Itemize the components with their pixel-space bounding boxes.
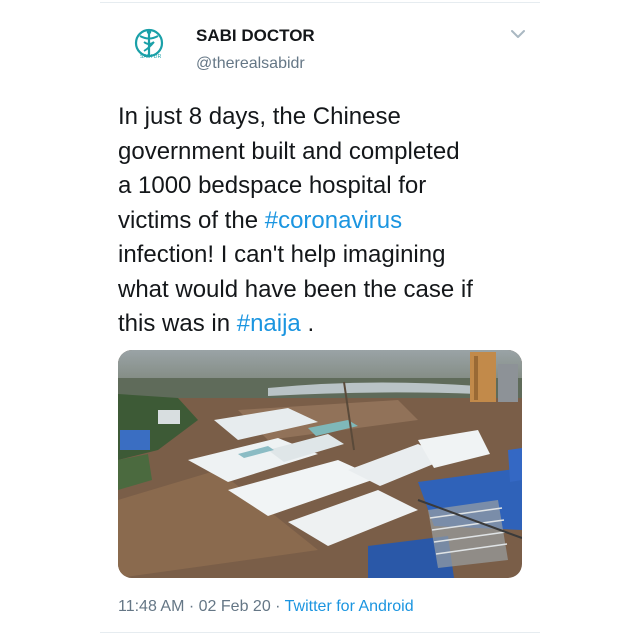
tweet-text-line: what would have been the case if [118,275,473,303]
top-divider [100,2,540,3]
tweet-text-line: a 1000 bedspace hospital for [118,172,427,199]
meta-separator: · [275,598,281,615]
user-handle[interactable]: @therealsabidr [196,55,305,73]
hashtag-coronavirus-link[interactable]: #coronavirus [265,207,402,234]
tweet-photo[interactable] [118,350,522,578]
tweet-text-line: infection! I can't help imagining [118,241,446,268]
tweet-source-link[interactable]: Twitter for Android [285,598,414,615]
tweet-text-line: government built and completed [118,137,460,165]
meta-separator: · [188,598,195,615]
tweet-text: In just 8 days, the Chinese government b… [118,100,538,342]
tweet-date[interactable]: 02 Feb 20 [199,598,271,615]
display-name[interactable]: SABI DOCTOR [196,26,315,46]
chevron-down-icon [511,30,525,38]
hashtag-naija-link[interactable]: #naija [237,310,301,337]
tweet-text-line: this was in #naija . [118,310,315,337]
tweet-menu-button[interactable] [508,24,528,44]
bottom-divider [100,632,540,633]
tweet-time[interactable]: 11:48 AM [118,598,184,615]
avatar-label: SABI DR [140,54,162,60]
tweet-text-line: In just 8 days, the Chinese [118,103,401,130]
avatar[interactable] [126,22,172,68]
tweet-text-line: victims of the #coronavirus [118,206,403,234]
tweet-meta: 11:48 AM · 02 Feb 20 · Twitter for Andro… [118,598,414,616]
hospital-construction-photo [118,350,522,578]
